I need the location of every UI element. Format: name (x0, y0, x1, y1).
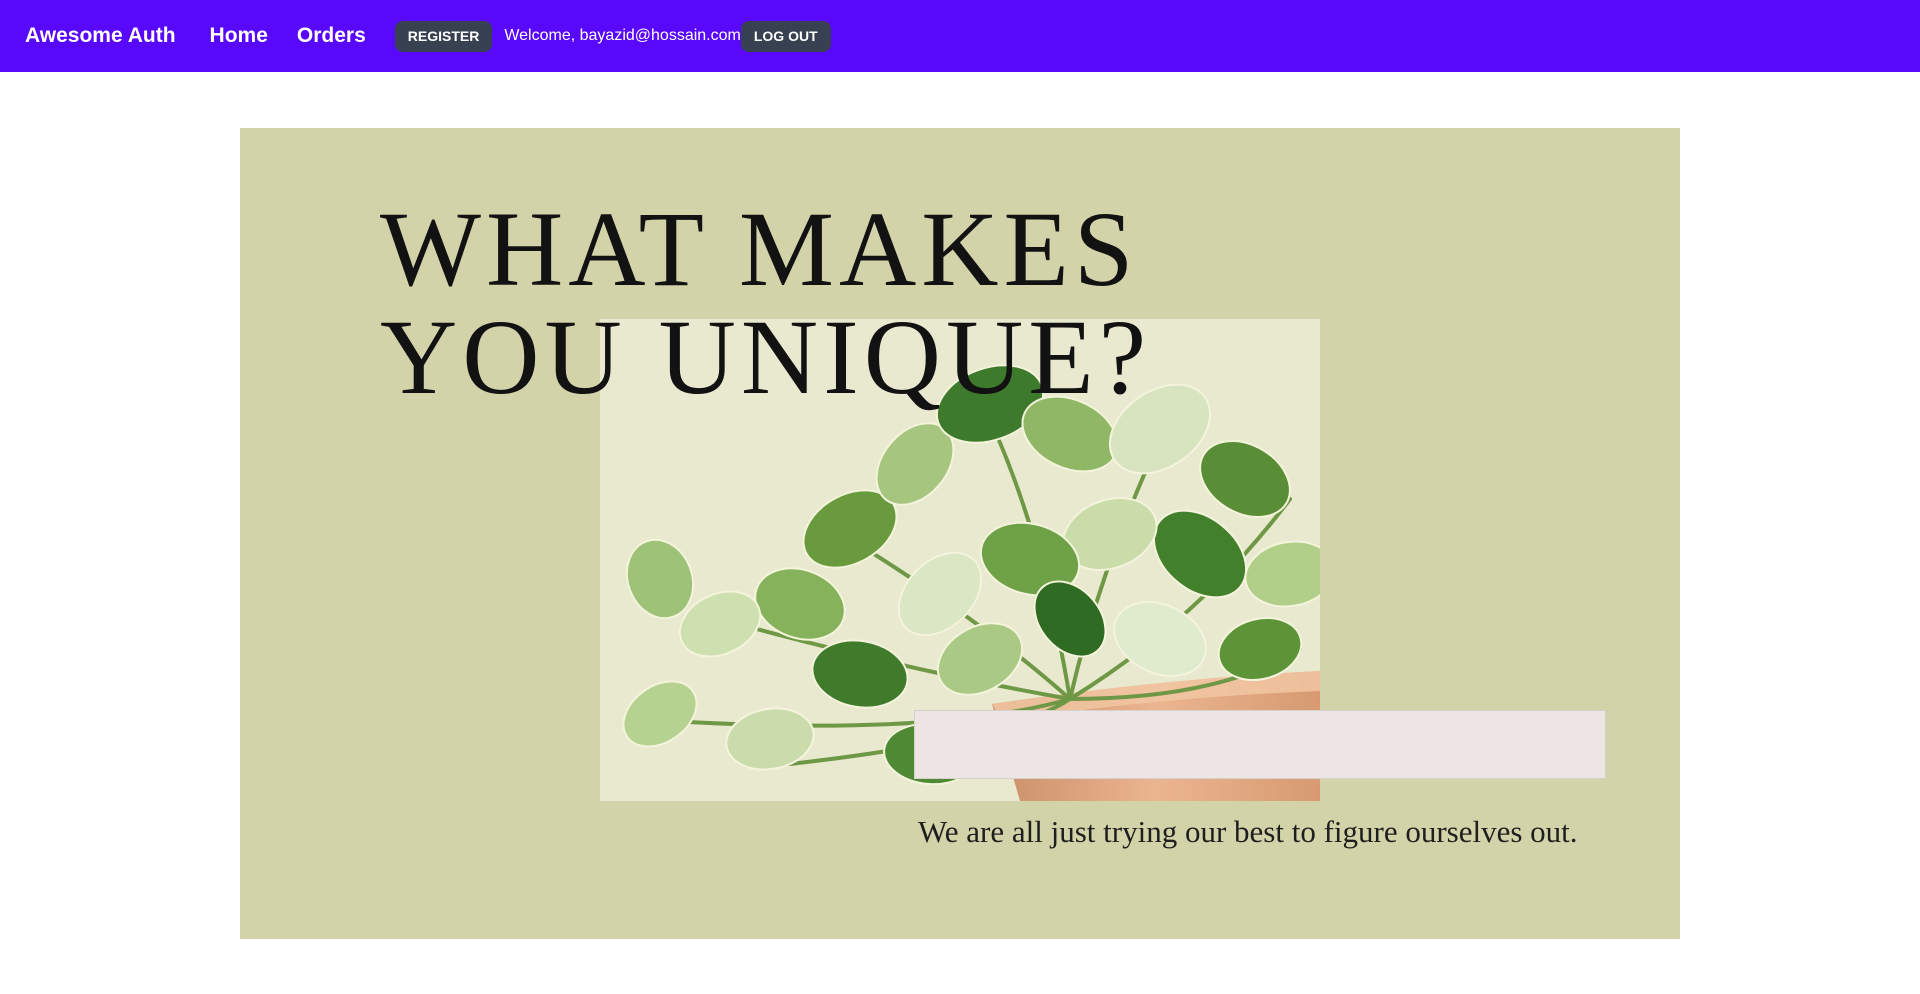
nav-link-home[interactable]: Home (210, 24, 268, 48)
nav-link-orders[interactable]: Orders (297, 24, 366, 48)
logout-button[interactable]: LOG OUT (740, 20, 831, 52)
hero-headline: WHAT MAKES YOU UNIQUE? (380, 196, 1151, 412)
brand-link[interactable]: Awesome Auth (25, 24, 176, 48)
navbar: Awesome Auth Home Orders REGISTER Welcom… (0, 0, 1920, 72)
hero-tagline: We are all just trying our best to figur… (918, 814, 1578, 849)
headline-line-1: WHAT MAKES (380, 191, 1139, 309)
caption-box (914, 710, 1606, 779)
headline-line-2: YOU UNIQUE? (380, 299, 1152, 417)
welcome-text: Welcome, bayazid@hossain.com (504, 27, 741, 44)
register-button[interactable]: REGISTER (394, 20, 493, 52)
hero-banner: WHAT MAKES YOU UNIQUE? We are all just t… (240, 128, 1680, 939)
